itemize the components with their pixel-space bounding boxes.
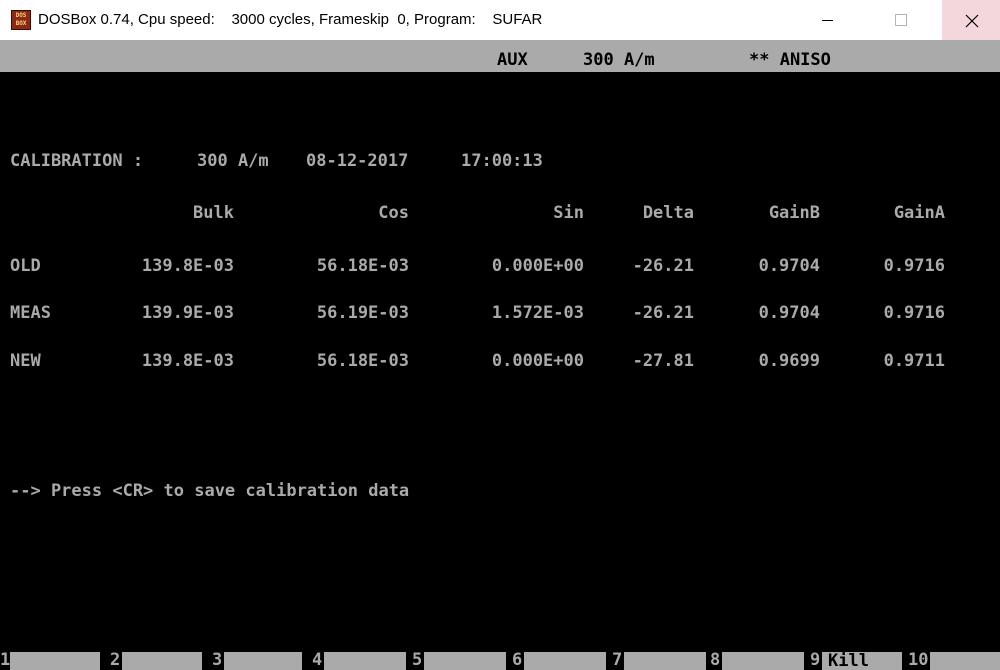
calibration-label: CALIBRATION : [10, 151, 144, 171]
function-key-label [624, 652, 706, 670]
calibration-field: 300 A/m [197, 151, 269, 171]
function-key-1[interactable]: 1 [0, 648, 100, 670]
close-icon [965, 14, 979, 28]
function-key-label [324, 652, 406, 670]
title-bar[interactable]: DOS BOX DOSBox 0.74, Cpu speed: 3000 cyc… [0, 0, 1000, 40]
function-key-label [424, 652, 506, 670]
table-cell: 139.8E-03 [141, 256, 234, 276]
function-key-8[interactable]: 8 [700, 648, 804, 670]
function-key-label [722, 652, 804, 670]
column-header-bulk: Bulk [193, 203, 234, 223]
status-mode: ** ANISO [749, 50, 831, 70]
maximize-button[interactable] [856, 0, 914, 40]
table-cell: 139.8E-03 [141, 351, 234, 371]
function-key-4[interactable]: 4 [300, 648, 406, 670]
function-key-number: 8 [710, 650, 721, 670]
table-cell: -26.21 [632, 303, 694, 323]
function-key-number: 6 [512, 650, 523, 670]
maximize-icon [895, 14, 907, 26]
dosbox-icon[interactable]: DOS BOX [11, 10, 31, 30]
table-cell: 0.000E+00 [491, 351, 584, 371]
function-key-5[interactable]: 5 [400, 648, 506, 670]
function-key-number: 4 [312, 650, 323, 670]
function-key-10[interactable]: 10 [900, 648, 1000, 670]
minimize-button[interactable] [798, 0, 856, 40]
calibration-time: 17:00:13 [461, 151, 543, 171]
table-cell: 56.19E-03 [316, 303, 409, 323]
function-key-label [10, 652, 100, 670]
function-key-number: 5 [412, 650, 423, 670]
function-key-bar: 1 2 3 4 5 6 7 8 9 Kill 10 [0, 648, 1000, 670]
dosbox-window: DOS BOX DOSBox 0.74, Cpu speed: 3000 cyc… [0, 0, 1000, 670]
function-key-number: 1 [0, 650, 11, 670]
table-cell: -27.81 [632, 351, 694, 371]
function-key-3[interactable]: 3 [200, 648, 302, 670]
close-button[interactable] [942, 0, 1000, 40]
status-field: 300 A/m [583, 50, 655, 70]
table-cell: 56.18E-03 [316, 351, 409, 371]
table-cell: 1.572E-03 [491, 303, 584, 323]
table-cell: -26.21 [632, 256, 694, 276]
function-key-number: 9 [810, 650, 821, 670]
column-header-gaina: GainA [893, 203, 945, 223]
table-cell: 139.9E-03 [141, 303, 234, 323]
table-cell: 0.9699 [758, 351, 820, 371]
table-cell: 56.18E-03 [316, 256, 409, 276]
function-key-2[interactable]: 2 [100, 648, 202, 670]
table-cell: 0.9704 [758, 303, 820, 323]
function-key-number: 2 [110, 650, 121, 670]
table-cell: 0.9711 [883, 351, 945, 371]
window-title: DOSBox 0.74, Cpu speed: 3000 cycles, Fra… [38, 11, 543, 28]
function-key-number: 7 [612, 650, 623, 670]
row-label-old: OLD [10, 256, 41, 276]
function-key-7[interactable]: 7 [600, 648, 706, 670]
function-key-number: 10 [908, 650, 929, 670]
function-key-label: Kill [822, 652, 902, 670]
table-cell: 0.9704 [758, 256, 820, 276]
icon-text-bottom: BOX [15, 20, 27, 27]
function-key-label [224, 652, 302, 670]
function-key-label [122, 652, 202, 670]
column-header-sin: Sin [553, 203, 584, 223]
save-prompt: --> Press <CR> to save calibration data [10, 481, 410, 501]
column-header-cos: Cos [378, 203, 409, 223]
icon-text-top: DOS [15, 12, 27, 19]
table-cell: 0.9716 [883, 303, 945, 323]
minimize-icon [822, 20, 833, 21]
column-header-delta: Delta [642, 203, 694, 223]
function-key-label [524, 652, 606, 670]
function-key-6[interactable]: 6 [500, 648, 606, 670]
function-key-label [930, 652, 1000, 670]
function-key-9[interactable]: 9 Kill [800, 648, 902, 670]
table-cell: 0.9716 [883, 256, 945, 276]
table-cell: 0.000E+00 [491, 256, 584, 276]
status-aux: AUX [497, 50, 528, 70]
row-label-meas: MEAS [10, 303, 51, 323]
status-line: AUX 300 A/m ** ANISO [0, 40, 1000, 72]
column-header-gainb: GainB [768, 203, 820, 223]
function-key-number: 3 [212, 650, 223, 670]
row-label-new: NEW [10, 351, 41, 371]
calibration-date: 08-12-2017 [306, 151, 409, 171]
